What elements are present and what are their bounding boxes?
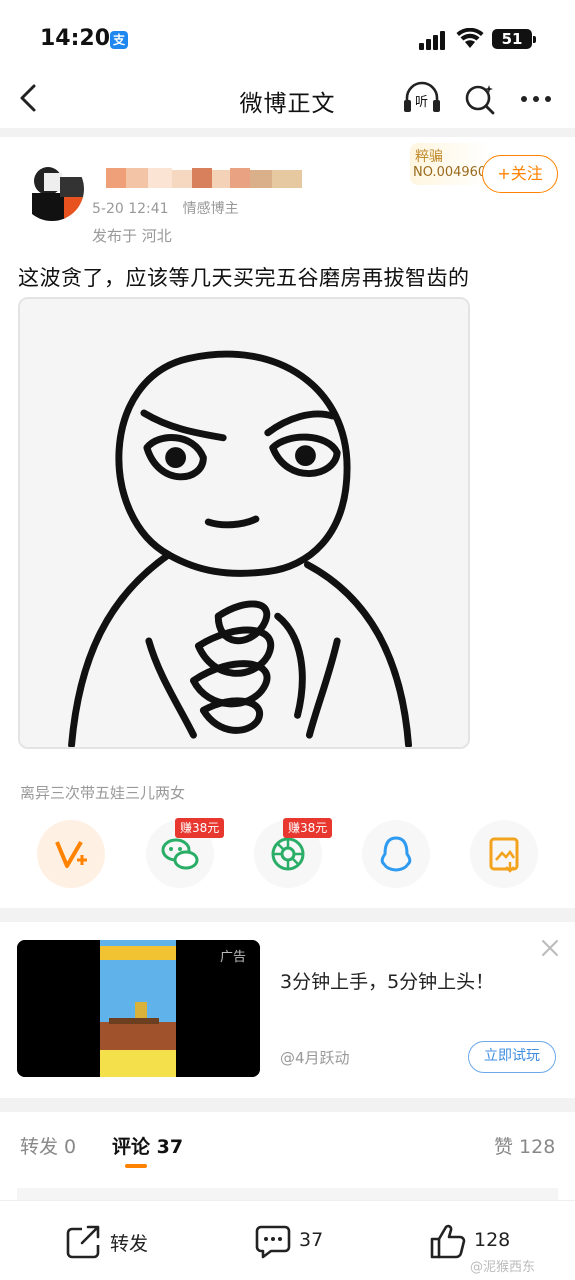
repost-button[interactable]: 转发 [66,1223,166,1259]
post-time: 5-20 12:41 [92,201,169,217]
ad-card[interactable]: 广告 3分钟上手，5分钟上头！ @4月跃动 立即试玩 [0,922,575,1098]
post-image[interactable] [18,297,470,749]
follow-button[interactable]: +关注 [482,155,558,193]
section-divider [0,1098,575,1112]
ad-label: 广告 [220,950,247,965]
listen-label: 听 [415,95,429,110]
watermark: @泥猴西东 [470,1260,536,1275]
save-image-button[interactable] [470,820,538,888]
share-row: 赚38元 赚38元 [0,818,575,892]
post-meta: 5-20 12:41 情感博主 [92,198,253,218]
wechat-icon [161,838,199,870]
avatar[interactable] [20,157,84,221]
tab-like[interactable]: 赞 128 [494,1132,555,1159]
bottom-action-bar: 转发 37 128 @泥猴西东 [0,1200,575,1280]
fan-badge[interactable]: 粹骗 NO.004960 [410,143,490,185]
close-icon[interactable] [538,936,562,960]
like-count: 128 [474,1229,511,1251]
qq-icon [380,836,412,872]
active-tab-indicator [125,1164,147,1168]
badge-title: 粹骗 [415,149,443,165]
badge-number: NO.004960 [413,165,487,180]
battery-indicator: 51 [492,29,536,49]
nav-bar: 微博正文 听 [0,70,575,128]
comment-count: 37 [299,1229,324,1251]
post-text: 这波贪了，应该等几天买完五谷磨房再拔智齿的 [18,266,470,290]
status-bar: 14:20 支 51 [0,0,575,70]
comment-button[interactable]: 37 [255,1223,345,1259]
repost-label: 转发 [110,1233,149,1255]
comment-icon [255,1225,291,1259]
tab-repost[interactable]: 转发 0 [20,1132,76,1159]
share-vplus-button[interactable] [37,820,105,888]
tab-comment[interactable]: 评论 37 [112,1132,183,1159]
avatar-image [20,157,84,221]
earn-tag-moments: 赚38元 [283,818,333,838]
ad-headline[interactable]: 3分钟上手，5分钟上头！ [280,967,494,994]
ad-source: @4月跃动 [280,1049,350,1067]
try-now-button[interactable]: 立即试玩 [468,1041,556,1073]
username-redacted [106,168,302,188]
alipay-icon: 支 [110,31,128,49]
thumbs-up-icon [430,1224,466,1259]
post-source: 离异三次带五娃三儿两女 [20,784,186,802]
section-divider [0,128,575,137]
repost-icon [66,1225,100,1259]
vplus-icon [55,840,87,868]
comment-area-placeholder [17,1188,558,1200]
earn-tag-wechat: 赚38元 [175,818,225,838]
wifi-icon [456,28,484,48]
moments-icon [271,837,305,871]
interaction-tabs: 转发 0 评论 37 赞 128 [0,1112,575,1176]
more-icon[interactable] [519,82,553,116]
share-qq-button[interactable] [362,820,430,888]
section-divider [0,908,575,922]
save-image-icon [489,837,519,873]
search-icon[interactable] [463,82,497,116]
like-button[interactable]: 128 [430,1223,530,1259]
status-time: 14:20 [40,26,111,51]
meme-drawing [20,299,468,747]
listen-button[interactable]: 听 [402,80,442,116]
post-location: 发布于 河北 [92,227,172,245]
author-tag: 情感博主 [182,201,239,217]
cell-signal-icon [419,31,445,50]
